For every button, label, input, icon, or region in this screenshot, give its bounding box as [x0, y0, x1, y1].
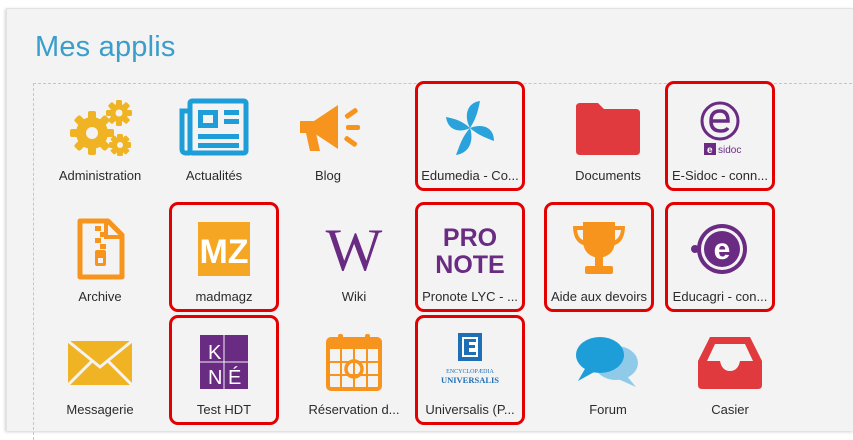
app-label: Actualités: [185, 168, 243, 183]
app-label: Edumedia - Co...: [421, 168, 519, 183]
app-tile-educagri[interactable]: e Educagri - con...: [665, 202, 775, 312]
app-label: Messagerie: [66, 402, 134, 417]
app-label: Pronote LYC - ...: [422, 289, 518, 304]
kne-logo-icon: K N É: [188, 331, 260, 393]
app-label: Wiki: [341, 289, 367, 304]
madmagz-logo-icon: MZ: [188, 218, 260, 280]
newspaper-icon: [178, 97, 250, 159]
app-label: Test HDT: [196, 402, 252, 417]
page-title: Mes applis: [35, 31, 176, 63]
app-label: Documents: [575, 168, 641, 183]
folder-icon: [572, 97, 644, 159]
envelope-icon: [64, 331, 136, 393]
inbox-tray-icon: [694, 331, 766, 393]
app-label: Educagri - con...: [672, 289, 768, 304]
wikipedia-icon: W: [318, 218, 390, 280]
megaphone-icon: [292, 97, 364, 159]
app-tile-administration[interactable]: Administration: [45, 81, 155, 191]
svg-text:e: e: [707, 145, 713, 156]
app-tile-messagerie[interactable]: Messagerie: [45, 315, 155, 425]
app-label: madmagz: [195, 289, 253, 304]
universalis-logo-icon: ENCYCLOPÆDIA UNIVERSALIS: [434, 331, 506, 393]
app-label: Universalis (P...: [425, 402, 515, 417]
app-label: E-Sidoc - conn...: [671, 168, 769, 183]
svg-text:sidoc: sidoc: [718, 145, 741, 156]
svg-text:N: N: [208, 367, 222, 389]
app-label: Archive: [78, 289, 122, 304]
app-tile-forum[interactable]: Forum: [553, 315, 663, 425]
chat-bubbles-icon: [572, 331, 644, 393]
app-tile-actualites[interactable]: Actualités: [159, 81, 269, 191]
app-label: Aide aux devoirs: [550, 289, 648, 304]
svg-text:UNIVERSALIS: UNIVERSALIS: [441, 375, 499, 385]
app-tile-aide-aux-devoirs[interactable]: Aide aux devoirs: [544, 202, 654, 312]
edumedia-logo-icon: [434, 97, 506, 159]
svg-text:K: K: [208, 342, 222, 364]
app-label: Administration: [58, 168, 142, 183]
app-tile-archive[interactable]: Archive: [45, 202, 155, 312]
app-tile-reservation[interactable]: Réservation d...: [299, 315, 409, 425]
educagri-logo-icon: e: [684, 218, 756, 280]
app-tile-madmagz[interactable]: MZ madmagz: [169, 202, 279, 312]
zip-file-icon: [64, 218, 136, 280]
app-label: Forum: [589, 402, 627, 417]
svg-text:MZ: MZ: [199, 233, 248, 271]
calendar-icon: [318, 331, 390, 393]
pronote-logo-icon: PRO NOTE: [434, 218, 506, 280]
app-tile-esidoc[interactable]: e sidoc E-Sidoc - conn...: [665, 81, 775, 191]
esidoc-logo-icon: e sidoc: [684, 97, 756, 159]
app-tile-universalis[interactable]: ENCYCLOPÆDIA UNIVERSALIS Universalis (P.…: [415, 315, 525, 425]
app-tile-casier[interactable]: Casier: [675, 315, 785, 425]
app-tile-pronote[interactable]: PRO NOTE Pronote LYC - ...: [415, 202, 525, 312]
svg-text:NOTE: NOTE: [435, 251, 504, 279]
apps-panel: Mes applis Administration Actualités Blo…: [6, 8, 853, 440]
app-tile-blog[interactable]: Blog: [273, 81, 383, 191]
app-tile-wiki[interactable]: W Wiki: [299, 202, 409, 312]
app-tile-test-hdt[interactable]: K N É Test HDT: [169, 315, 279, 425]
app-tile-documents[interactable]: Documents: [553, 81, 663, 191]
svg-text:e: e: [714, 233, 731, 266]
app-label: Casier: [711, 402, 749, 417]
gears-icon: [64, 97, 136, 159]
svg-text:É: É: [228, 366, 241, 389]
svg-text:W: W: [326, 218, 383, 280]
app-label: Blog: [314, 168, 342, 183]
trophy-icon: [563, 218, 635, 280]
svg-text:PRO: PRO: [443, 224, 497, 252]
app-tile-edumedia[interactable]: Edumedia - Co...: [415, 81, 525, 191]
app-label: Réservation d...: [308, 402, 400, 417]
